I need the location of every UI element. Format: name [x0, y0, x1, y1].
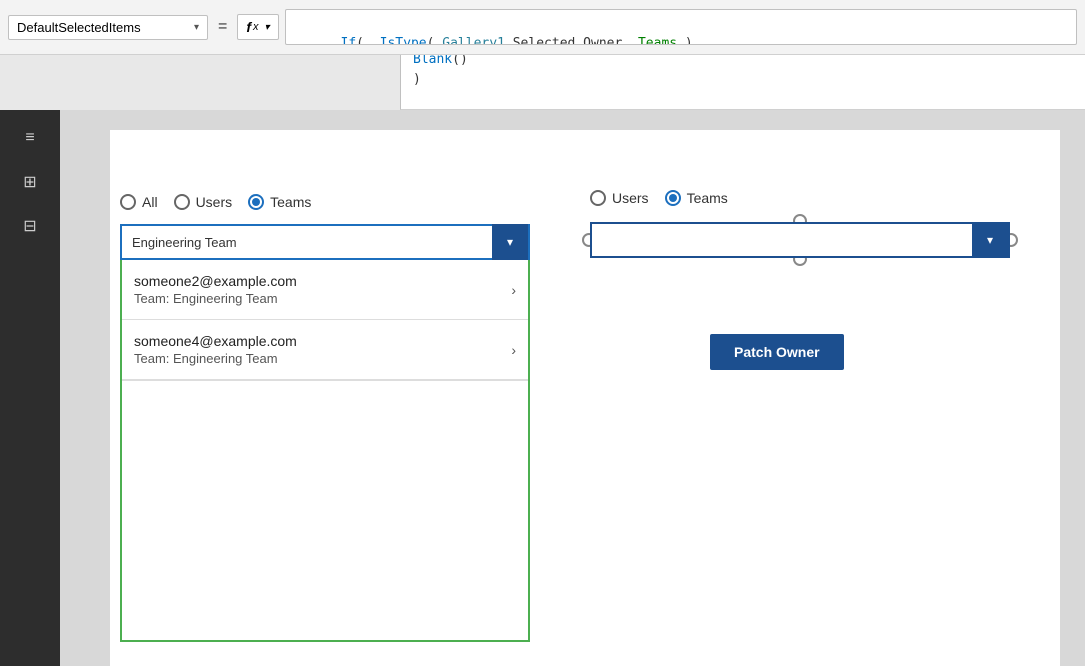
team-dropdown-arrow: ▾	[492, 224, 528, 260]
radio-users-circle	[174, 194, 190, 210]
radio-users[interactable]: Users	[174, 194, 233, 210]
right-radio-teams[interactable]: Teams	[665, 190, 728, 206]
property-dropdown-chevron: ▾	[194, 22, 199, 33]
patch-owner-button[interactable]: Patch Owner	[710, 334, 844, 370]
slider-container: ▾	[590, 222, 1010, 258]
gallery-item-1-email: someone4@example.com	[134, 333, 297, 349]
equals-sign: =	[214, 18, 231, 36]
sidebar-icon-insert[interactable]: ⊞	[12, 164, 48, 200]
sidebar-icon-grid[interactable]: ⊟	[12, 208, 48, 244]
gallery-item-1[interactable]: someone4@example.com Team: Engineering T…	[122, 320, 528, 380]
right-radio-teams-label: Teams	[687, 190, 728, 206]
right-radio-teams-circle	[665, 190, 681, 206]
gallery-item-0[interactable]: someone2@example.com Team: Engineering T…	[122, 260, 528, 320]
app-right-panel: Users Teams ▾ Patch Owner	[590, 190, 1030, 370]
app-canvas: All Users Teams Engineering Team ▾	[110, 130, 1060, 666]
right-radio-users-label: Users	[612, 190, 649, 206]
fx-label: f	[246, 19, 251, 35]
right-radio-users[interactable]: Users	[590, 190, 649, 206]
formula-code: If( IsType( Gallery1.Selected.Owner, Tea…	[294, 14, 1068, 45]
gallery-empty-area	[122, 380, 528, 640]
radio-teams-label: Teams	[270, 194, 311, 210]
sidebar-icon-menu[interactable]: ≡	[12, 120, 48, 156]
gallery-item-0-chevron: ›	[511, 282, 516, 298]
fx-chevron: ▾	[265, 22, 270, 33]
gallery-item-1-team: Team: Engineering Team	[134, 351, 297, 366]
gallery-item-0-email: someone2@example.com	[134, 273, 297, 289]
gallery-item-0-team: Team: Engineering Team	[134, 291, 297, 306]
app-left-panel: All Users Teams Engineering Team ▾	[120, 190, 560, 642]
formula-input[interactable]: If( IsType( Gallery1.Selected.Owner, Tea…	[285, 9, 1077, 45]
right-radio-users-circle	[590, 190, 606, 206]
teams-dropdown-arrow: ▾	[972, 224, 1008, 256]
formula-bar: DefaultSelectedItems ▾ = fx ▾ If( IsType…	[0, 0, 1085, 55]
gallery-item-1-chevron: ›	[511, 342, 516, 358]
left-radio-group: All Users Teams	[120, 190, 560, 214]
radio-all-label: All	[142, 194, 158, 210]
team-dropdown-value: Engineering Team	[132, 235, 237, 250]
radio-teams-circle	[248, 194, 264, 210]
radio-teams[interactable]: Teams	[248, 194, 311, 210]
main-canvas: All Users Teams Engineering Team ▾	[60, 110, 1085, 666]
gallery-list: someone2@example.com Team: Engineering T…	[120, 260, 530, 642]
fx-button[interactable]: fx ▾	[237, 14, 278, 40]
team-dropdown[interactable]: Engineering Team ▾	[120, 224, 530, 260]
teams-dropdown[interactable]: ▾	[590, 222, 1010, 258]
right-radio-group: Users Teams	[590, 190, 1030, 206]
radio-all-circle	[120, 194, 136, 210]
radio-all[interactable]: All	[120, 194, 158, 210]
property-dropdown[interactable]: DefaultSelectedItems ▾	[8, 15, 208, 40]
property-dropdown-label: DefaultSelectedItems	[17, 20, 141, 35]
left-sidebar: ≡ ⊞ ⊟	[0, 110, 60, 666]
radio-users-label: Users	[196, 194, 233, 210]
